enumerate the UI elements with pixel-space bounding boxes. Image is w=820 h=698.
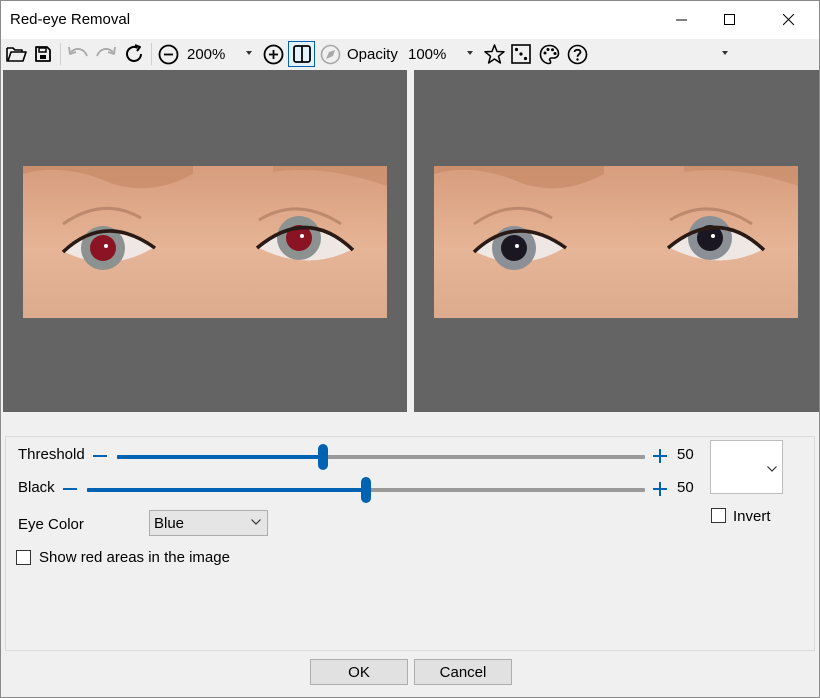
minus-icon — [63, 488, 77, 490]
plus-icon — [653, 482, 667, 496]
invert-checkbox[interactable] — [711, 508, 726, 523]
palette-icon — [539, 44, 559, 64]
maximize-icon — [724, 14, 735, 25]
original-eyes-photo — [23, 166, 387, 318]
dice-icon — [511, 44, 531, 64]
black-decrease-button[interactable] — [62, 481, 78, 497]
zoom-value[interactable]: 200% — [187, 46, 225, 63]
maximize-button[interactable] — [707, 1, 753, 39]
threshold-decrease-button[interactable] — [92, 448, 108, 464]
zoom-in-icon — [263, 44, 283, 64]
show-red-areas-checkbox[interactable] — [16, 550, 31, 565]
navigate-button[interactable] — [318, 41, 342, 67]
threshold-value: 50 — [677, 446, 694, 463]
eye-color-value: Blue — [154, 515, 185, 532]
toolbar: 200% Opacity 100% — [1, 39, 819, 69]
invert-label[interactable]: Invert — [733, 508, 771, 525]
ok-button[interactable]: OK — [310, 659, 408, 685]
zoom-dropdown-arrow[interactable] — [246, 51, 252, 55]
threshold-increase-button[interactable] — [652, 448, 668, 464]
minus-icon — [93, 455, 107, 457]
show-red-areas-label[interactable]: Show red areas in the image — [39, 549, 230, 566]
black-slider-fill — [87, 488, 366, 492]
help-icon — [567, 44, 587, 64]
window-title: Red-eye Removal — [10, 11, 131, 28]
minimize-button[interactable] — [659, 1, 705, 39]
star-icon — [483, 44, 505, 64]
random-button[interactable] — [509, 41, 533, 67]
minimize-icon — [676, 19, 687, 21]
close-button[interactable] — [766, 1, 812, 39]
black-slider[interactable] — [87, 477, 645, 503]
compass-icon — [320, 44, 340, 64]
cancel-button[interactable]: Cancel — [414, 659, 512, 685]
save-icon — [35, 46, 51, 62]
favorite-button[interactable] — [482, 41, 506, 67]
split-view-button[interactable] — [288, 41, 315, 67]
red-eye-removal-dialog: Red-eye Removal 200% Opacity 100% Thresh… — [0, 0, 820, 698]
zoom-out-icon — [158, 44, 178, 64]
opacity-dropdown-arrow[interactable] — [467, 51, 473, 55]
redo-button[interactable] — [94, 41, 118, 67]
reset-button[interactable] — [122, 41, 146, 67]
black-slider-thumb[interactable] — [361, 477, 371, 503]
corrected-eyes-photo — [434, 166, 798, 318]
opacity-label: Opacity — [347, 46, 398, 63]
refresh-icon — [126, 44, 142, 62]
threshold-label: Threshold — [18, 446, 85, 463]
original-preview-pane[interactable] — [3, 70, 407, 412]
zoom-out-button[interactable] — [156, 41, 180, 67]
undo-button[interactable] — [66, 41, 90, 67]
zoom-in-button[interactable] — [261, 41, 285, 67]
split-view-icon — [292, 45, 311, 63]
title-bar: Red-eye Removal — [1, 1, 819, 39]
toolbar-separator — [151, 43, 152, 65]
toolbar-overflow-arrow[interactable] — [722, 51, 728, 55]
threshold-slider-fill — [117, 455, 323, 459]
close-icon — [783, 14, 795, 26]
result-preview-pane[interactable] — [414, 70, 819, 412]
undo-icon — [68, 46, 88, 57]
controls-panel: Threshold 50 Black 50 Eye Color Blue Sho… — [5, 436, 815, 651]
chevron-down-icon — [767, 466, 777, 472]
open-button[interactable] — [5, 41, 27, 67]
palette-button[interactable] — [537, 41, 561, 67]
black-increase-button[interactable] — [652, 481, 668, 497]
folder-open-icon — [5, 47, 27, 62]
eye-color-select[interactable]: Blue — [149, 510, 268, 536]
threshold-slider[interactable] — [117, 444, 645, 470]
save-button[interactable] — [32, 41, 54, 67]
black-value: 50 — [677, 479, 694, 496]
color-picker-box[interactable] — [710, 440, 783, 494]
plus-icon — [653, 449, 667, 463]
threshold-slider-thumb[interactable] — [318, 444, 328, 470]
chevron-down-icon — [251, 519, 261, 525]
redo-icon — [96, 46, 116, 57]
eye-color-label: Eye Color — [18, 516, 84, 533]
help-button[interactable] — [565, 41, 589, 67]
opacity-value[interactable]: 100% — [408, 46, 446, 63]
toolbar-separator — [60, 43, 61, 65]
black-label: Black — [18, 479, 55, 496]
